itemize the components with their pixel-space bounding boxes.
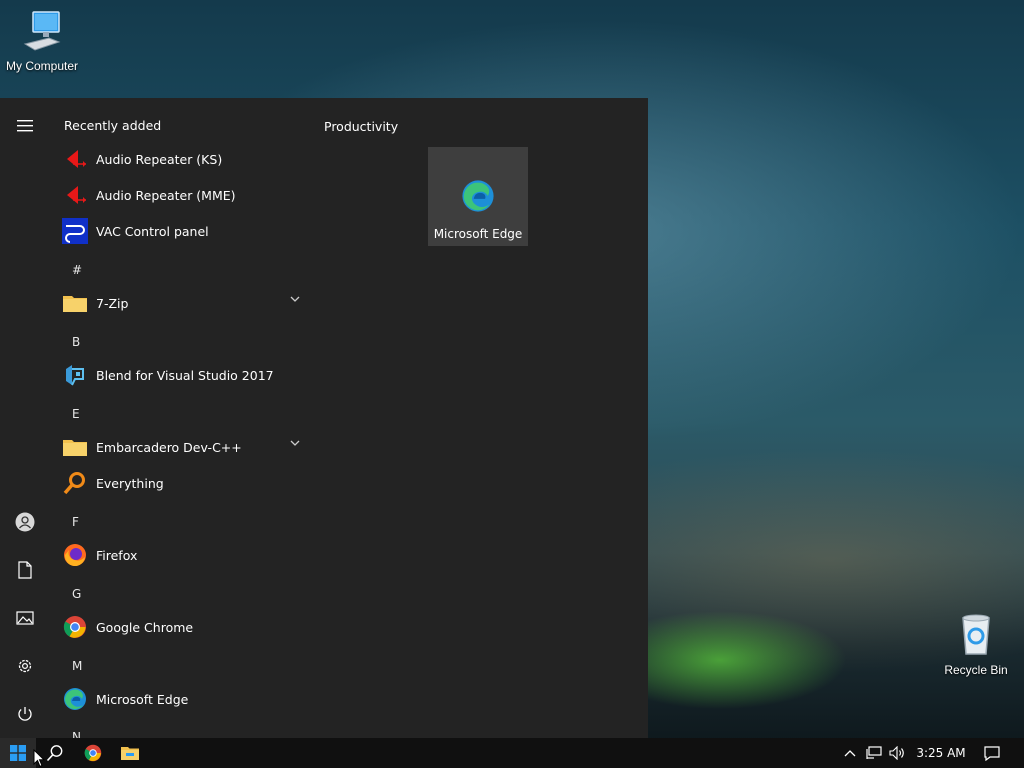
recycle-bin-label: Recycle Bin [944,663,1008,677]
app-embarcadero-dev-cpp[interactable]: Embarcadero Dev-C++ [50,429,310,465]
network-button[interactable] [862,738,886,768]
section-letter-b[interactable]: B [72,335,80,349]
folder-icon [63,440,87,456]
app-audio-repeater-mme[interactable]: Audio Repeater (MME) [50,177,310,213]
app-label: Blend for Visual Studio 2017 [96,367,274,383]
app-vac-control-panel[interactable]: VAC Control panel [50,213,310,249]
edge-icon [64,688,86,710]
computer-icon [23,11,61,51]
app-audio-repeater-ks[interactable]: Audio Repeater (KS) [50,141,310,177]
app-list[interactable]: Recently added Audio Repeater (KS) Audio… [50,98,310,738]
app-label: Audio Repeater (MME) [96,187,236,203]
section-letter-hash[interactable]: # [72,263,82,277]
pictures-button[interactable] [9,602,41,634]
section-letter-g[interactable]: G [72,587,81,601]
app-blend-visual-studio[interactable]: Blend for Visual Studio 2017 [50,357,310,393]
chevron-up-icon [844,750,856,757]
user-avatar-icon [15,512,35,532]
app-label: Audio Repeater (KS) [96,151,223,167]
file-explorer-icon [121,747,139,760]
tile-label: Microsoft Edge [433,227,523,241]
my-computer-label: My Computer [5,59,79,73]
show-hidden-icons-button[interactable] [840,738,860,768]
volume-button[interactable] [886,738,908,768]
speaker-red-icon [67,150,86,168]
chevron-down-icon[interactable] [290,440,300,446]
app-firefox[interactable]: Firefox [50,537,310,573]
expand-menu-button[interactable] [9,110,41,142]
search-icon [46,745,63,762]
action-center-button[interactable] [978,738,1006,768]
notification-icon [984,745,1000,761]
app-microsoft-edge[interactable]: Microsoft Edge [50,681,310,717]
app-label: Google Chrome [96,619,194,635]
user-account-button[interactable] [9,506,41,538]
speaker-red-icon [67,186,86,204]
recycle-bin-icon [962,614,990,655]
folder-icon [63,296,87,312]
chevron-down-icon[interactable] [290,296,300,302]
recycle-bin-desktop-icon[interactable]: Recycle Bin [934,612,1018,677]
documents-button[interactable] [9,554,41,586]
document-icon [18,561,32,579]
start-button[interactable] [0,738,36,768]
windows-logo-icon [10,745,26,761]
app-google-chrome[interactable]: Google Chrome [50,609,310,645]
section-letter-e[interactable]: E [72,407,80,421]
taskbar: 3:25 AM [0,738,1024,768]
app-label: 7-Zip [96,295,129,311]
settings-button[interactable] [9,650,41,682]
app-7-zip[interactable]: 7-Zip [50,285,310,321]
magnifier-orange-icon [63,472,85,495]
app-label: VAC Control panel [96,223,209,239]
power-icon [18,707,32,721]
hamburger-icon [17,120,33,132]
picture-icon [16,611,34,625]
firefox-icon [64,544,86,567]
taskbar-chrome-button[interactable] [74,738,112,768]
mouse-cursor-icon [33,749,45,768]
start-rail [0,98,50,738]
taskbar-file-explorer-button[interactable] [111,738,149,768]
edge-icon [462,180,494,212]
vac-control-icon [62,218,88,244]
app-label: Microsoft Edge [96,691,189,707]
gear-icon [18,659,32,673]
app-label: Everything [96,475,164,491]
recently-added-header: Recently added [64,118,162,133]
section-letter-n[interactable]: N [72,730,81,738]
power-button[interactable] [9,698,41,730]
tile-group-title[interactable]: Productivity [324,119,398,134]
app-label: Firefox [96,547,138,563]
tiles-area: Productivity Microsoft Edge [310,98,648,738]
section-letter-f[interactable]: F [72,515,79,529]
section-letter-m[interactable]: M [72,659,82,673]
clock[interactable]: 3:25 AM [908,738,974,768]
chrome-icon [63,616,86,638]
tile-microsoft-edge[interactable]: Microsoft Edge [428,147,528,246]
app-label: Embarcadero Dev-C++ [96,439,242,455]
volume-icon [889,746,904,760]
app-everything[interactable]: Everything [50,465,310,501]
start-menu: Recently added Audio Repeater (KS) Audio… [0,98,648,738]
blend-icon [66,365,84,386]
network-icon [866,746,882,759]
my-computer-desktop-icon[interactable]: My Computer [0,8,84,73]
chrome-icon [84,744,102,762]
